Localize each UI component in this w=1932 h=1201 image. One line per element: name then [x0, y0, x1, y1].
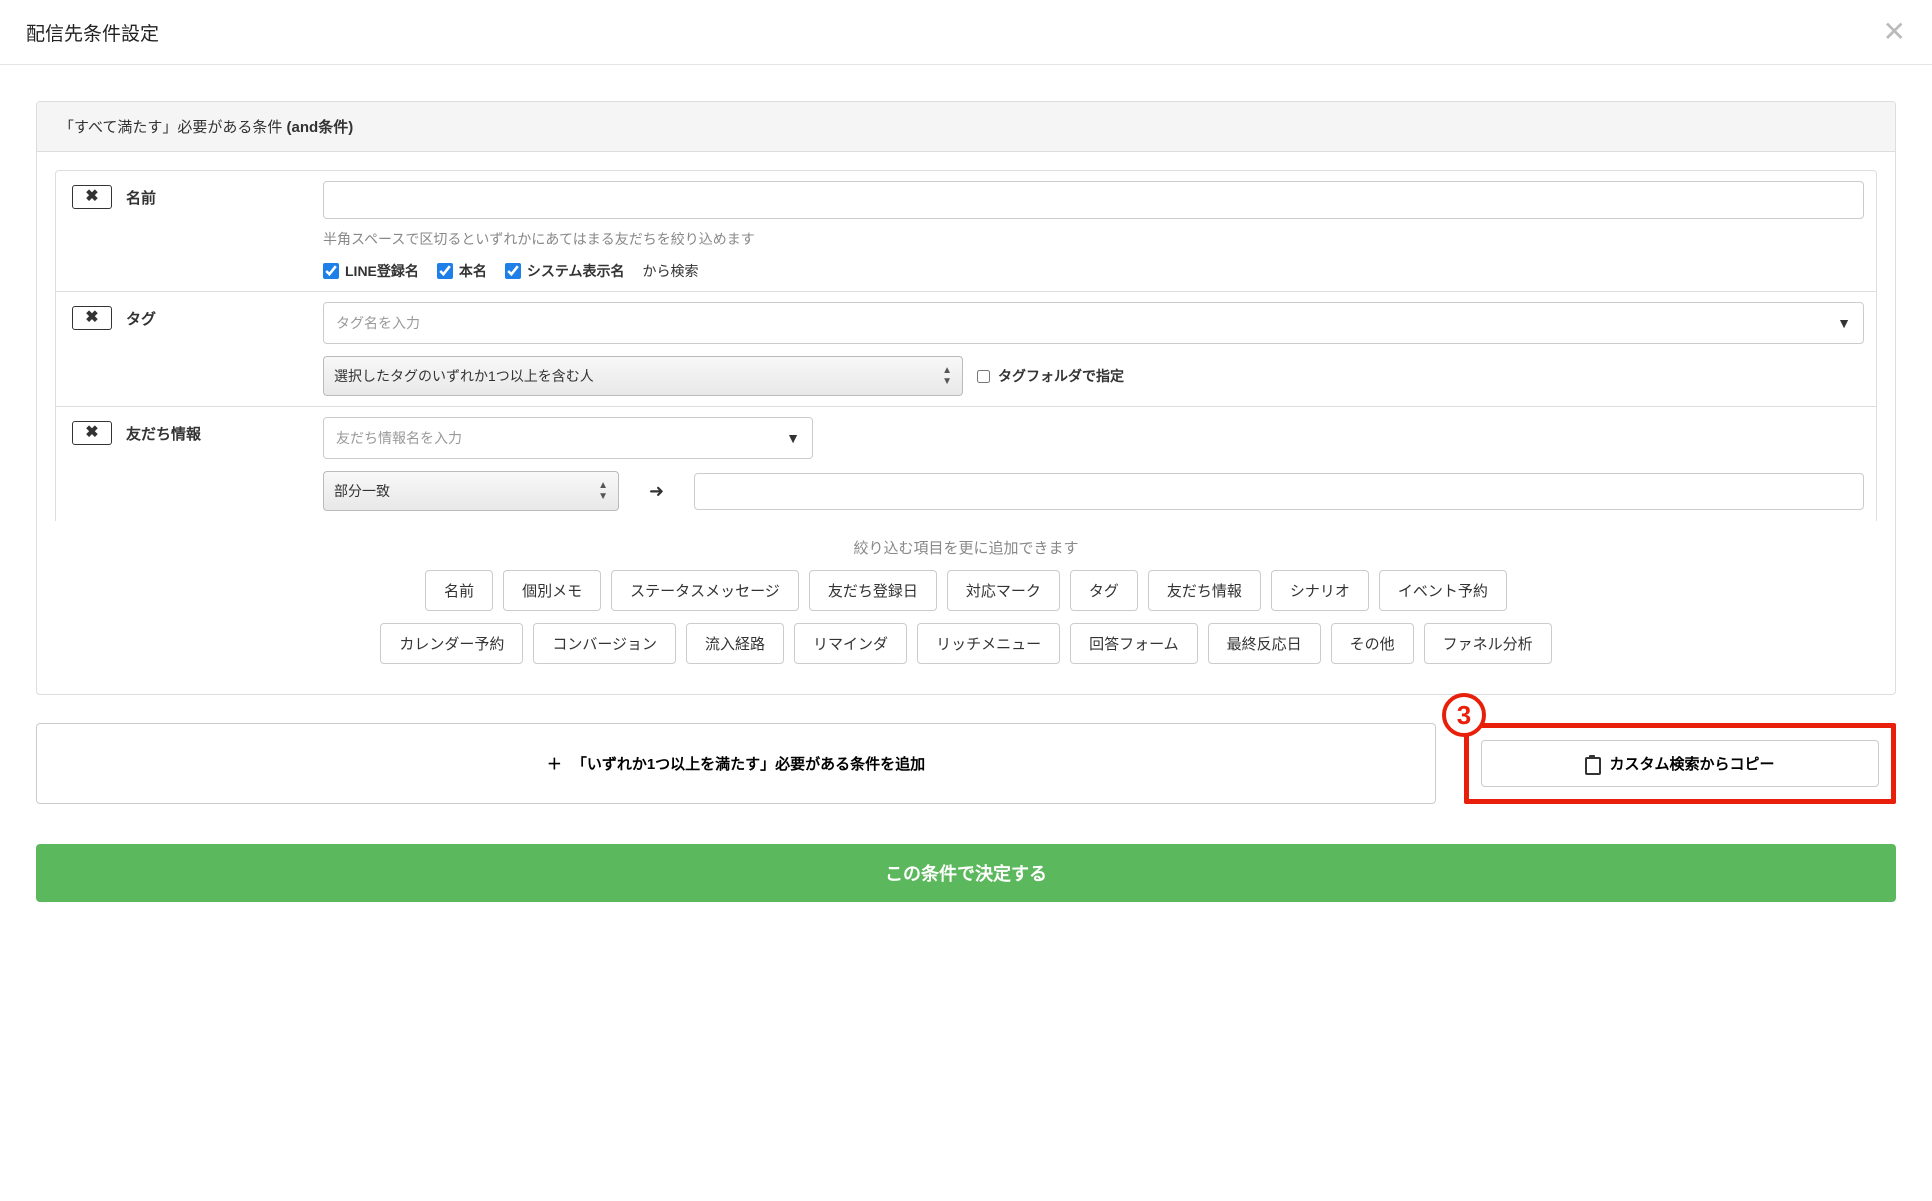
filter-btn-reminder[interactable]: リマインダ	[794, 623, 907, 664]
tag-input[interactable]: タグ名を入力 ▼	[323, 302, 1864, 344]
condition-label-friend: 友だち情報	[126, 421, 201, 444]
filter-btn-scenario[interactable]: シナリオ	[1271, 570, 1369, 611]
friend-value-cell: 友だち情報名を入力 ▼ 部分一致 ▲▼ ➜	[311, 407, 1876, 521]
confirm-wrap: この条件で決定する	[0, 824, 1932, 922]
condition-row-tag: ✖ タグ タグ名を入力 ▼ 選択したタグのいずれか1つ以上を含む人 ▲▼	[55, 291, 1877, 406]
close-icon[interactable]: ✕	[1883, 18, 1906, 46]
condition-label-cell: ✖ タグ	[56, 292, 311, 406]
filter-btn-other[interactable]: その他	[1331, 623, 1414, 664]
cb-system-label[interactable]: システム表示名	[505, 261, 625, 281]
tag-folder-label[interactable]: タグフォルダで指定	[977, 366, 1124, 386]
add-filter-hint: 絞り込む項目を更に追加できます	[55, 537, 1877, 558]
filter-btn-status[interactable]: ステータスメッセージ	[611, 570, 799, 611]
panel-header-strong: (and条件)	[287, 119, 354, 136]
condition-row-friend: ✖ 友だち情報 友だち情報名を入力 ▼ 部分一致 ▲▼ ➜	[55, 406, 1877, 521]
filter-btn-tag[interactable]: タグ	[1070, 570, 1138, 611]
filter-btn-form[interactable]: 回答フォーム	[1070, 623, 1198, 664]
name-input[interactable]	[323, 181, 1864, 219]
and-condition-panel: 「すべて満たす」必要がある条件 (and条件) ✖ 名前 半角スペースで区切ると…	[36, 101, 1896, 695]
modal-body: 「すべて満たす」必要がある条件 (and条件) ✖ 名前 半角スペースで区切ると…	[0, 65, 1932, 824]
filter-btn-calendar[interactable]: カレンダー予約	[380, 623, 523, 664]
filter-buttons-row1: 名前 個別メモ ステータスメッセージ 友だち登録日 対応マーク タグ 友だち情報…	[55, 570, 1877, 611]
tag-second-row: 選択したタグのいずれか1つ以上を含む人 ▲▼ タグフォルダで指定	[323, 356, 1864, 396]
cb-real[interactable]	[437, 263, 453, 279]
filter-btn-name[interactable]: 名前	[425, 570, 493, 611]
filter-btn-event[interactable]: イベント予約	[1379, 570, 1507, 611]
add-or-condition-button[interactable]: ＋ 「いずれか1つ以上を満たす」必要がある条件を追加	[36, 723, 1436, 804]
panel-header: 「すべて満たす」必要がある条件 (and条件)	[37, 102, 1895, 152]
modal-title: 配信先条件設定	[26, 19, 159, 46]
chevron-down-icon: ▼	[786, 430, 800, 446]
name-value-cell: 半角スペースで区切るといずれかにあてはまる友だちを絞り込めます LINE登録名 …	[311, 171, 1876, 291]
cb-line[interactable]	[323, 263, 339, 279]
confirm-button[interactable]: この条件で決定する	[36, 844, 1896, 902]
friend-match-select[interactable]: 部分一致 ▲▼	[323, 471, 619, 511]
filter-buttons-row2: カレンダー予約 コンバージョン 流入経路 リマインダ リッチメニュー 回答フォー…	[55, 623, 1877, 664]
remove-tag-button[interactable]: ✖	[72, 306, 112, 330]
panel-body: ✖ 名前 半角スペースで区切るといずれかにあてはまる友だちを絞り込めます LIN…	[37, 152, 1895, 694]
cb-tag-folder[interactable]	[977, 370, 990, 383]
name-checkbox-row: LINE登録名 本名 システム表示名 から検索	[323, 261, 1864, 281]
tag-value-cell: タグ名を入力 ▼ 選択したタグのいずれか1つ以上を含む人 ▲▼ タグフォルダで指…	[311, 292, 1876, 406]
bottom-actions: ＋ 「いずれか1つ以上を満たす」必要がある条件を追加 カスタム検索からコピー	[36, 723, 1896, 804]
select-caret-icon: ▲▼	[598, 480, 608, 502]
copy-from-custom-button[interactable]: カスタム検索からコピー	[1481, 740, 1879, 787]
cb-real-label[interactable]: 本名	[437, 261, 487, 281]
filter-btn-richmenu[interactable]: リッチメニュー	[917, 623, 1060, 664]
condition-label-name: 名前	[126, 185, 156, 208]
name-hint: 半角スペースで区切るといずれかにあてはまる友だちを絞り込めます	[323, 229, 1864, 249]
filter-btn-mark[interactable]: 対応マーク	[947, 570, 1060, 611]
filter-btn-inflow[interactable]: 流入経路	[686, 623, 784, 664]
filter-btn-memo[interactable]: 個別メモ	[503, 570, 601, 611]
remove-name-button[interactable]: ✖	[72, 185, 112, 209]
remove-friend-button[interactable]: ✖	[72, 421, 112, 445]
filter-btn-friendinfo[interactable]: 友だち情報	[1148, 570, 1261, 611]
tag-mode-select[interactable]: 選択したタグのいずれか1つ以上を含む人 ▲▼	[323, 356, 963, 396]
copy-button-highlight: カスタム検索からコピー	[1464, 723, 1896, 804]
arrow-right-icon: ➜	[649, 481, 664, 502]
filter-btn-lastreact[interactable]: 最終反応日	[1208, 623, 1321, 664]
cb-line-label[interactable]: LINE登録名	[323, 261, 419, 281]
cb-system[interactable]	[505, 263, 521, 279]
condition-label-cell: ✖ 名前	[56, 171, 311, 291]
friend-info-input[interactable]: 友だち情報名を入力 ▼	[323, 417, 813, 459]
chevron-down-icon: ▼	[1837, 315, 1851, 331]
filter-btn-regdate[interactable]: 友だち登録日	[809, 570, 937, 611]
condition-row-name: ✖ 名前 半角スペースで区切るといずれかにあてはまる友だちを絞り込めます LIN…	[55, 170, 1877, 291]
search-from-label: から検索	[642, 261, 698, 281]
friend-placeholder: 友だち情報名を入力	[336, 428, 786, 448]
annotation-badge: 3	[1442, 693, 1486, 737]
condition-label-tag: タグ	[126, 306, 156, 329]
select-caret-icon: ▲▼	[942, 365, 952, 387]
annotation-wrap: 3 ＋ 「いずれか1つ以上を満たす」必要がある条件を追加 カスタム検索からコピー	[36, 723, 1896, 804]
filter-btn-funnel[interactable]: ファネル分析	[1424, 623, 1552, 664]
panel-header-text: 「すべて満たす」必要がある条件	[59, 119, 287, 136]
modal-header: 配信先条件設定 ✕	[0, 0, 1932, 65]
friend-info-second: 部分一致 ▲▼ ➜	[323, 471, 1864, 511]
friend-value-input[interactable]	[694, 473, 1864, 510]
paste-icon	[1585, 756, 1599, 772]
plus-icon: ＋	[547, 753, 562, 774]
tag-placeholder: タグ名を入力	[336, 313, 1837, 333]
filter-btn-conversion[interactable]: コンバージョン	[533, 623, 676, 664]
condition-label-cell: ✖ 友だち情報	[56, 407, 311, 521]
